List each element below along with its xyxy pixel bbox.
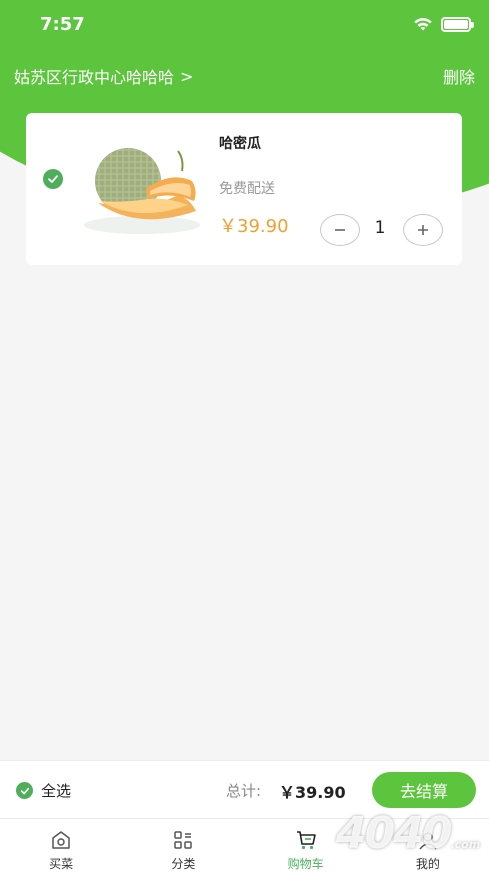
status-bar: 7:57 bbox=[0, 0, 489, 50]
quantity-value: 1 bbox=[374, 218, 386, 238]
total-label: 总计: bbox=[226, 782, 262, 800]
category-icon bbox=[174, 831, 193, 849]
quantity-plus-button[interactable] bbox=[403, 214, 443, 246]
select-all-label: 全选 bbox=[41, 782, 72, 800]
product-price: ￥39.90 bbox=[219, 216, 289, 237]
address-selector[interactable]: 姑苏区行政中心哈哈哈 > bbox=[14, 64, 193, 88]
melon-image[interactable] bbox=[78, 141, 203, 236]
status-time: 7:57 bbox=[40, 14, 85, 35]
minus-icon bbox=[335, 229, 345, 231]
checkout-button[interactable]: 去结算 bbox=[372, 772, 476, 808]
address-bar: 姑苏区行政中心哈哈哈 > 删除 bbox=[0, 62, 489, 92]
tab-cart[interactable]: 购物车 bbox=[245, 819, 367, 875]
select-all-toggle[interactable]: 全选 bbox=[16, 780, 71, 801]
product-name: 哈密瓜 bbox=[219, 136, 261, 152]
chevron-right-icon: > bbox=[180, 66, 194, 86]
wifi-icon bbox=[414, 18, 432, 31]
tab-me[interactable]: 我的 bbox=[367, 819, 489, 875]
home-icon bbox=[52, 831, 70, 849]
item-check-icon[interactable] bbox=[43, 169, 63, 189]
tab-category-label: 分类 bbox=[171, 857, 196, 871]
tab-me-label: 我的 bbox=[415, 857, 440, 871]
quantity-minus-button[interactable] bbox=[320, 214, 360, 246]
total-value: ￥39.90 bbox=[279, 783, 346, 802]
battery-icon bbox=[441, 16, 474, 32]
cart-item-card: 哈密瓜 免费配送 ￥39.90 1 bbox=[26, 113, 462, 265]
user-icon bbox=[419, 832, 437, 850]
select-all-check-icon bbox=[16, 782, 33, 799]
plus-icon bbox=[418, 225, 428, 235]
delete-button[interactable]: 删除 bbox=[443, 64, 475, 88]
checkout-bar: 全选 总计: ￥39.90 去结算 bbox=[0, 760, 489, 818]
tab-cart-label: 购物车 bbox=[287, 857, 324, 871]
tab-shop-label: 买菜 bbox=[49, 857, 74, 871]
tab-category[interactable]: 分类 bbox=[122, 819, 244, 875]
tab-shop[interactable]: 买菜 bbox=[0, 819, 122, 875]
tab-bar: 买菜 分类 购物车 我的 bbox=[0, 818, 489, 875]
address-text: 姑苏区行政中心哈哈哈 bbox=[14, 68, 175, 87]
cart-icon bbox=[296, 831, 316, 850]
status-icons bbox=[413, 16, 474, 32]
delivery-label: 免费配送 bbox=[219, 181, 275, 197]
